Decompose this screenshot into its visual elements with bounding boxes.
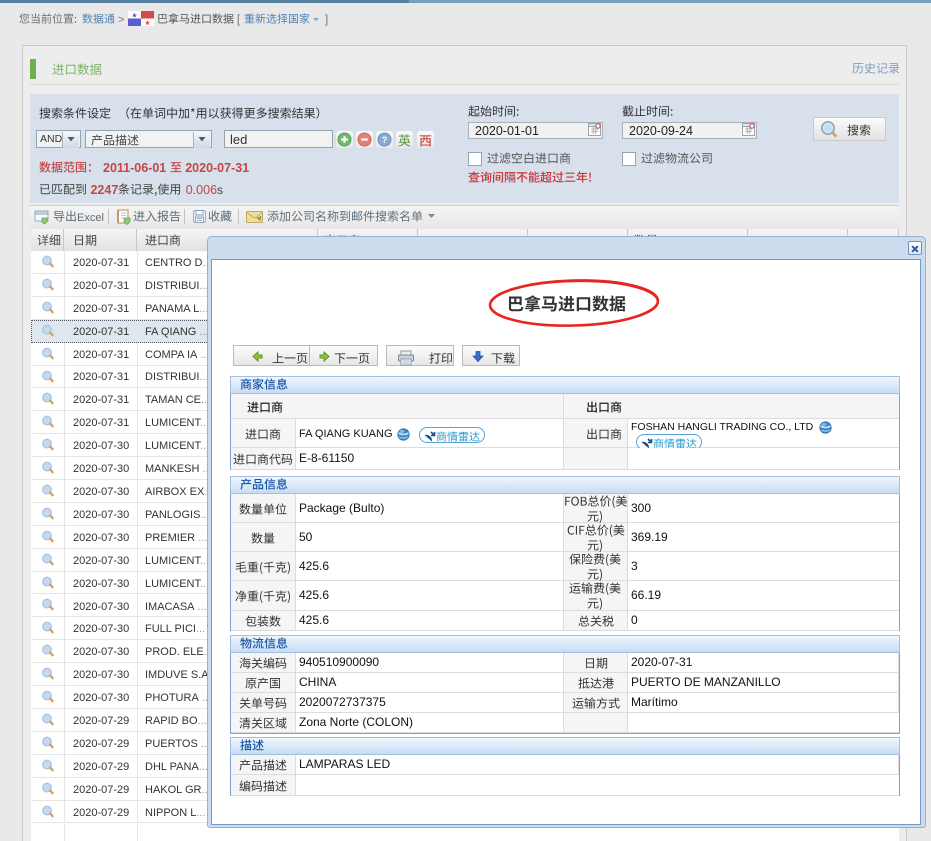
svg-text:?: ?: [382, 135, 388, 145]
